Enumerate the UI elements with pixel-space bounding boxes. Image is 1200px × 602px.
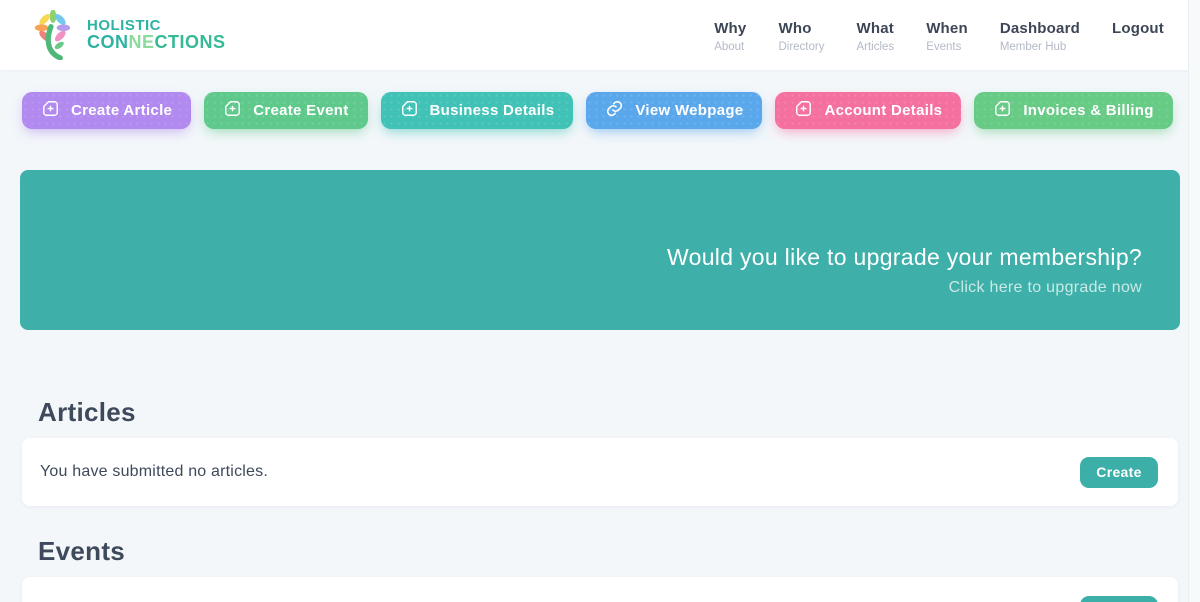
events-create-button[interactable]: Create — [1080, 596, 1158, 602]
brand-wordmark: HOLISTIC CONNECTIONS — [87, 18, 226, 53]
business-details-button[interactable]: Business Details — [381, 92, 574, 129]
nav-item-what[interactable]: What Articles — [856, 20, 894, 53]
button-label: Create Article — [71, 102, 172, 119]
nav-item-why[interactable]: Why About — [714, 20, 746, 53]
events-empty-card: You have submitted no events. Create — [22, 577, 1178, 602]
scrollbar-track[interactable] — [1188, 0, 1200, 602]
rainbow-tree-icon — [28, 10, 78, 60]
link-icon — [605, 99, 624, 122]
nav-item-dashboard[interactable]: Dashboard Member Hub — [1000, 20, 1080, 53]
create-article-button[interactable]: Create Article — [22, 92, 191, 129]
button-label: View Webpage — [635, 102, 743, 119]
banner-title: Would you like to upgrade your membershi… — [667, 244, 1142, 271]
brand-logo[interactable]: HOLISTIC CONNECTIONS — [28, 10, 226, 60]
nav-item-logout[interactable]: Logout — [1112, 20, 1164, 38]
action-button-row: Create Article Create Event Business Det… — [22, 92, 1200, 129]
main-nav: Why About Who Directory What Articles Wh… — [714, 18, 1164, 53]
button-label: Account Details — [824, 102, 942, 119]
button-label: Create Event — [253, 102, 348, 119]
button-label: Invoices & Billing — [1023, 102, 1153, 119]
invoices-billing-button[interactable]: Invoices & Billing — [974, 92, 1172, 129]
nav-item-who[interactable]: Who Directory — [778, 20, 824, 53]
articles-empty-message: You have submitted no articles. — [40, 463, 268, 481]
brand-line2: CONNECTIONS — [87, 33, 226, 52]
account-details-button[interactable]: Account Details — [775, 92, 961, 129]
file-plus-icon — [993, 99, 1012, 122]
articles-heading: Articles — [38, 397, 1200, 428]
file-plus-icon — [223, 99, 242, 122]
articles-empty-card: You have submitted no articles. Create — [22, 438, 1178, 506]
file-plus-icon — [794, 99, 813, 122]
events-heading: Events — [38, 536, 1200, 567]
articles-create-button[interactable]: Create — [1080, 457, 1158, 488]
file-plus-icon — [41, 99, 60, 122]
brand-line1: HOLISTIC — [87, 18, 226, 34]
header: HOLISTIC CONNECTIONS Why About Who Direc… — [0, 0, 1200, 70]
button-label: Business Details — [430, 102, 555, 119]
upgrade-membership-banner[interactable]: Would you like to upgrade your membershi… — [20, 170, 1180, 330]
banner-upgrade-link[interactable]: Click here to upgrade now — [949, 279, 1142, 297]
create-event-button[interactable]: Create Event — [204, 92, 367, 129]
view-webpage-button[interactable]: View Webpage — [586, 92, 762, 129]
nav-item-when[interactable]: When Events — [926, 20, 968, 53]
file-plus-icon — [400, 99, 419, 122]
